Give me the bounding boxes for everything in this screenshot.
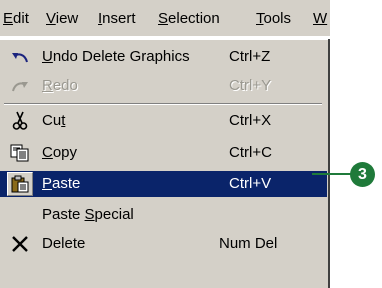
scissors-icon xyxy=(10,111,30,131)
edit-dropdown-menu: Undo Delete Graphics Ctrl+Z Redo Ctrl+Y … xyxy=(0,39,330,288)
undo-icon xyxy=(10,47,30,67)
menu-item-paste-special[interactable]: Paste Special xyxy=(0,202,327,228)
copy-label: Copy xyxy=(42,144,78,161)
menu-tools-post: ools xyxy=(263,10,292,27)
menu-edit[interactable]: Edit xyxy=(3,10,29,28)
menu-window[interactable]: W xyxy=(313,10,327,28)
paste-shortcut: Ctrl+V xyxy=(229,175,272,192)
copy-icon xyxy=(10,143,30,163)
menu-item-cut[interactable]: Cut Ctrl+X xyxy=(0,108,327,134)
delete-shortcut: Num Del xyxy=(219,235,278,252)
undo-shortcut: Ctrl+Z xyxy=(229,48,271,65)
menu-edit-post: dit xyxy=(13,10,29,27)
menu-insert[interactable]: Insert xyxy=(98,10,136,28)
delete-label: Delete xyxy=(42,235,86,252)
paste-icon xyxy=(7,172,33,196)
redo-label: Redo xyxy=(42,77,78,94)
menu-edit-mnemonic: E xyxy=(3,10,14,27)
menu-window-mnemonic: W xyxy=(313,10,328,27)
menu-selection-mnemonic: S xyxy=(158,10,169,27)
menu-bar: Edit View Insert Selection Tools W xyxy=(0,0,330,36)
menu-view-mnemonic: V xyxy=(46,10,56,27)
menu-tools[interactable]: Tools xyxy=(256,10,291,28)
copy-shortcut: Ctrl+C xyxy=(229,144,272,161)
menu-selection[interactable]: Selection xyxy=(158,10,220,28)
menu-item-redo: Redo Ctrl+Y xyxy=(0,73,327,99)
cut-shortcut: Ctrl+X xyxy=(229,112,272,129)
menu-tools-mnemonic: T xyxy=(256,10,264,27)
menu-item-delete[interactable]: Delete Num Del xyxy=(0,231,327,257)
menu-view-post: iew xyxy=(55,10,79,27)
redo-icon xyxy=(10,76,30,96)
menu-view[interactable]: View xyxy=(46,10,78,28)
cut-label: Cut xyxy=(42,112,66,129)
menu-item-paste[interactable]: Paste Ctrl+V xyxy=(0,171,327,197)
delete-x-icon xyxy=(10,234,30,254)
menu-separator xyxy=(4,103,322,105)
paste-label: Paste xyxy=(42,175,81,192)
menu-item-undo[interactable]: Undo Delete Graphics Ctrl+Z xyxy=(0,44,327,70)
menu-insert-post: nsert xyxy=(102,10,136,27)
menu-selection-post: election xyxy=(168,10,220,27)
menu-item-copy[interactable]: Copy Ctrl+C xyxy=(0,140,327,166)
step-callout-badge: 3 xyxy=(350,162,375,187)
undo-label: Undo Delete Graphics xyxy=(42,48,190,65)
paste-special-label: Paste Special xyxy=(42,206,134,223)
redo-shortcut: Ctrl+Y xyxy=(229,77,272,94)
